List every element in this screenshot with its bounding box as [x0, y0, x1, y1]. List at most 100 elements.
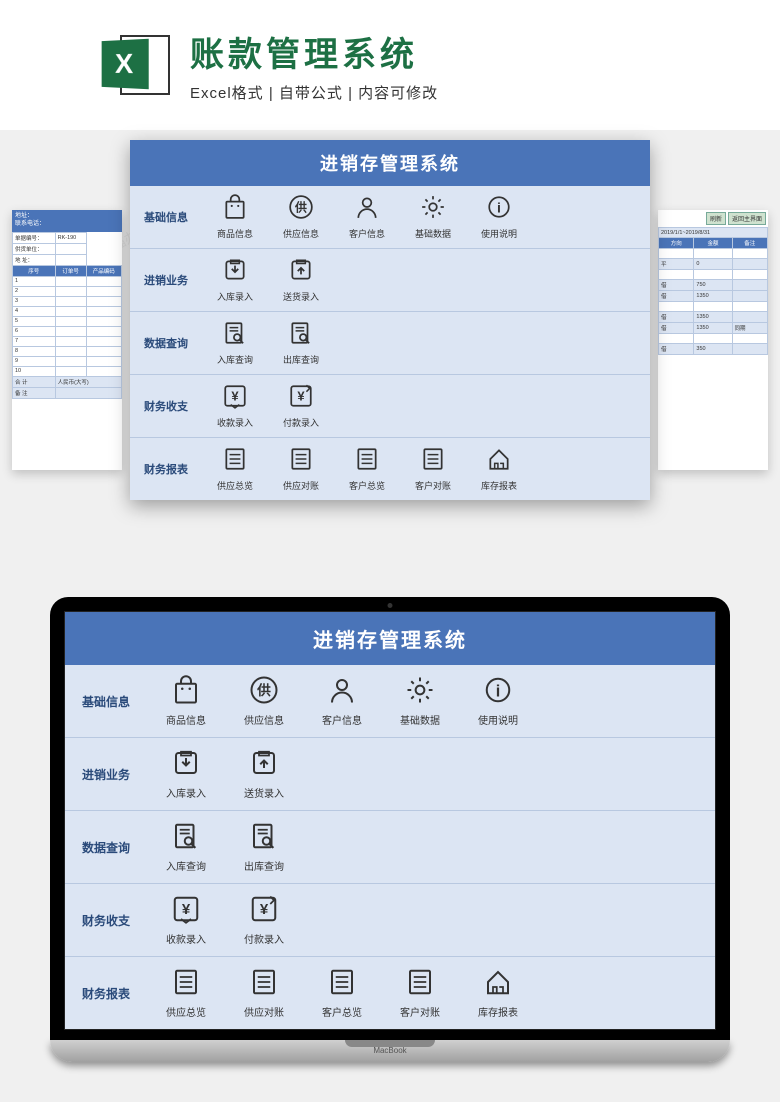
menu-item-info[interactable]: 使用说明	[466, 194, 532, 240]
panel-row: 基础信息商品信息供应信息客户信息基础数据使用说明	[130, 186, 650, 249]
menu-item-bag[interactable]: 商品信息	[147, 675, 225, 727]
menu-item-box-in[interactable]: 入库录入	[147, 748, 225, 800]
doc-lines-icon	[327, 984, 357, 1001]
menu-item-label: 出库查询	[225, 858, 303, 873]
panel-row: 数据查询入库查询出库查询	[130, 312, 650, 375]
menu-item-box-out[interactable]: 送货录入	[225, 748, 303, 800]
row-label: 进销业务	[130, 272, 202, 288]
menu-item-label: 付款录入	[268, 416, 334, 429]
menu-item-doc-lines[interactable]: 客户总览	[334, 446, 400, 492]
menu-item-doc-lines[interactable]: 客户对账	[400, 446, 466, 492]
yen-in-icon	[171, 911, 201, 928]
menu-item-supply[interactable]: 供应信息	[225, 675, 303, 727]
menu-item-label: 入库录入	[147, 785, 225, 800]
menu-item-label: 供应总览	[147, 1004, 225, 1019]
menu-item-yen-out[interactable]: 付款录入	[225, 894, 303, 946]
panel-row: 数据查询入库查询出库查询	[65, 811, 715, 884]
bag-icon	[222, 207, 248, 224]
menu-item-label: 入库录入	[202, 290, 268, 303]
menu-item-label: 收款录入	[147, 931, 225, 946]
menu-item-gear[interactable]: 基础数据	[400, 194, 466, 240]
menu-item-doc-search[interactable]: 出库查询	[268, 320, 334, 366]
supply-icon	[249, 692, 279, 709]
panel-row: 财务报表供应总览供应对账客户总览客户对账库存报表	[130, 438, 650, 500]
menu-item-yen-in[interactable]: 收款录入	[202, 383, 268, 429]
doc-search-icon	[222, 333, 248, 350]
menu-item-label: 入库查询	[202, 353, 268, 366]
doc-search-icon	[171, 838, 201, 855]
menu-item-label: 送货录入	[268, 290, 334, 303]
menu-item-doc-search[interactable]: 入库查询	[147, 821, 225, 873]
doc-search-icon	[288, 333, 314, 350]
menu-item-label: 供应总览	[202, 479, 268, 492]
doc-lines-icon	[249, 984, 279, 1001]
menu-item-yen-out[interactable]: 付款录入	[268, 383, 334, 429]
menu-item-bag[interactable]: 商品信息	[202, 194, 268, 240]
menu-item-info[interactable]: 使用说明	[459, 675, 537, 727]
menu-item-person[interactable]: 客户信息	[303, 675, 381, 727]
menu-item-label: 供应信息	[225, 712, 303, 727]
yen-in-icon	[222, 396, 248, 413]
info-icon	[483, 692, 513, 709]
person-icon	[327, 692, 357, 709]
yen-out-icon	[288, 396, 314, 413]
panel-title: 进销存管理系统	[130, 140, 650, 186]
laptop-mockup: 进销存管理系统 基础信息商品信息供应信息客户信息基础数据使用说明进销业务入库录入…	[50, 597, 730, 1062]
panel-row: 财务收支收款录入付款录入	[65, 884, 715, 957]
menu-item-label: 供应对账	[225, 1004, 303, 1019]
menu-item-house[interactable]: 库存报表	[466, 446, 532, 492]
doc-lines-icon	[222, 459, 248, 476]
supply-icon	[288, 207, 314, 224]
page-subtitle: Excel格式 | 自带公式 | 内容可修改	[190, 82, 438, 103]
row-label: 财务收支	[130, 398, 202, 414]
menu-item-label: 库存报表	[459, 1004, 537, 1019]
menu-item-label: 客户信息	[303, 712, 381, 727]
menu-item-box-in[interactable]: 入库录入	[202, 257, 268, 303]
row-label: 基础信息	[65, 693, 147, 710]
menu-item-gear[interactable]: 基础数据	[381, 675, 459, 727]
menu-item-person[interactable]: 客户信息	[334, 194, 400, 240]
menu-item-doc-lines[interactable]: 供应总览	[147, 967, 225, 1019]
menu-item-label: 入库查询	[147, 858, 225, 873]
menu-item-doc-lines[interactable]: 供应总览	[202, 446, 268, 492]
bg-sheet-right: 刷新返回主界面 2019/1/1~2019/8/31 方向金额备注 平0 借75…	[658, 210, 768, 470]
menu-item-label: 商品信息	[147, 712, 225, 727]
menu-item-label: 客户总览	[303, 1004, 381, 1019]
doc-search-icon	[249, 838, 279, 855]
house-icon	[486, 459, 512, 476]
panel-row: 进销业务入库录入送货录入	[130, 249, 650, 312]
box-in-icon	[171, 765, 201, 782]
menu-item-label: 使用说明	[466, 227, 532, 240]
menu-item-doc-lines[interactable]: 供应对账	[225, 967, 303, 1019]
doc-lines-icon	[171, 984, 201, 1001]
panel-row: 基础信息商品信息供应信息客户信息基础数据使用说明	[65, 665, 715, 738]
menu-item-label: 客户信息	[334, 227, 400, 240]
doc-lines-icon	[354, 459, 380, 476]
gear-icon	[420, 207, 446, 224]
menu-item-supply[interactable]: 供应信息	[268, 194, 334, 240]
menu-item-label: 库存报表	[466, 479, 532, 492]
menu-item-label: 供应信息	[268, 227, 334, 240]
menu-item-yen-in[interactable]: 收款录入	[147, 894, 225, 946]
box-in-icon	[222, 270, 248, 287]
menu-item-doc-search[interactable]: 入库查询	[202, 320, 268, 366]
page-title: 账款管理系统	[190, 27, 438, 76]
header-banner: X 账款管理系统 Excel格式 | 自带公式 | 内容可修改	[0, 0, 780, 130]
menu-item-doc-search[interactable]: 出库查询	[225, 821, 303, 873]
menu-item-label: 使用说明	[459, 712, 537, 727]
row-label: 数据查询	[65, 839, 147, 856]
menu-item-doc-lines[interactable]: 客户总览	[303, 967, 381, 1019]
panel-title: 进销存管理系统	[65, 612, 715, 665]
menu-item-doc-lines[interactable]: 客户对账	[381, 967, 459, 1019]
menu-item-house[interactable]: 库存报表	[459, 967, 537, 1019]
bag-icon	[171, 692, 201, 709]
row-label: 财务报表	[65, 985, 147, 1002]
menu-item-label: 收款录入	[202, 416, 268, 429]
doc-lines-icon	[288, 459, 314, 476]
row-label: 财务报表	[130, 461, 202, 477]
menu-item-box-out[interactable]: 送货录入	[268, 257, 334, 303]
menu-item-label: 送货录入	[225, 785, 303, 800]
main-panel: 进销存管理系统 基础信息商品信息供应信息客户信息基础数据使用说明进销业务入库录入…	[130, 140, 650, 500]
menu-item-doc-lines[interactable]: 供应对账	[268, 446, 334, 492]
menu-item-label: 出库查询	[268, 353, 334, 366]
